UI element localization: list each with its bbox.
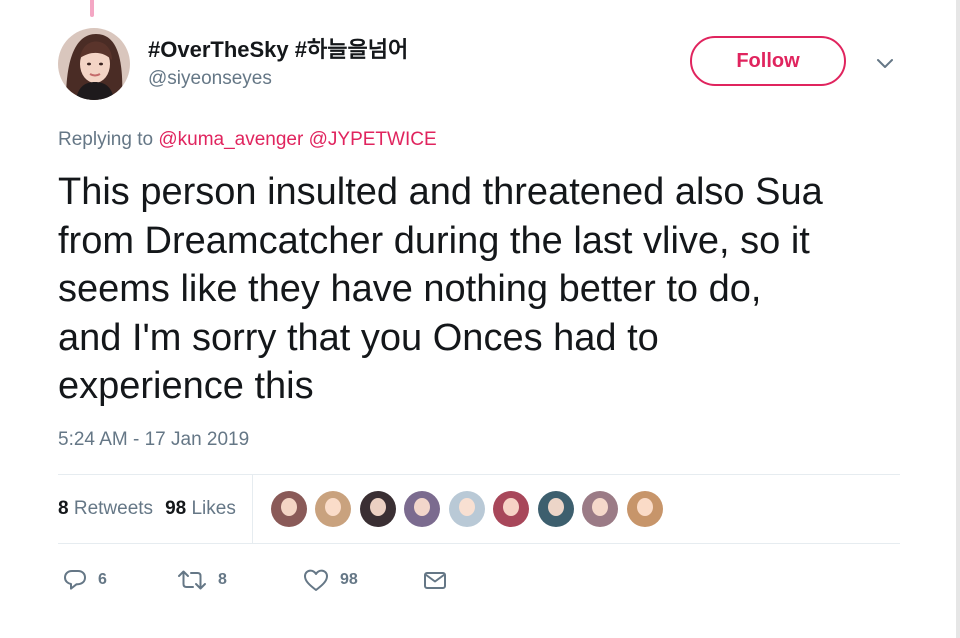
retweet-icon <box>178 570 206 590</box>
tweet-actions: 6 8 98 <box>58 562 900 598</box>
liker-avatar[interactable] <box>359 491 396 527</box>
follow-button[interactable]: Follow <box>690 36 846 86</box>
replying-to-label: Replying to <box>58 129 154 150</box>
author-avatar[interactable] <box>58 28 130 100</box>
reply-action[interactable]: 6 <box>62 562 107 598</box>
avatar-photo-icon <box>58 28 130 100</box>
like-action[interactable]: 98 <box>302 562 358 598</box>
mention-jypetwice[interactable]: @JYPETWICE <box>309 129 437 150</box>
direct-message-action[interactable] <box>422 562 458 598</box>
tweet-text-line: This person insulted and threatened also… <box>58 171 823 213</box>
author-handle[interactable]: @siyeonseyes <box>148 68 272 90</box>
liker-avatar[interactable] <box>404 491 441 527</box>
retweets-label: Retweets <box>73 498 154 519</box>
tweet-text-line: experience this <box>58 365 314 407</box>
retweet-count: 8 <box>218 571 227 588</box>
likes-label: Likes <box>191 498 236 519</box>
liker-avatars <box>270 491 672 527</box>
retweet-action[interactable]: 8 <box>176 562 227 598</box>
liker-avatar[interactable] <box>626 491 663 527</box>
replying-to-line: Replying to @kuma_avenger @JYPETWICE <box>58 129 437 151</box>
mention-kuma-avenger[interactable]: @kuma_avenger <box>158 129 303 150</box>
divider <box>58 543 900 544</box>
window-edge <box>956 0 960 638</box>
liker-avatar[interactable] <box>582 491 619 527</box>
likes-stat[interactable]: 98 Likes <box>165 498 236 520</box>
stats-separator <box>251 475 253 543</box>
liker-avatar[interactable] <box>493 491 530 527</box>
likes-count: 98 <box>165 498 187 519</box>
liker-avatar[interactable] <box>270 491 307 527</box>
top-pink-marker <box>90 0 94 17</box>
tweet-text-line: seems like they have nothing better to d… <box>58 268 762 310</box>
liker-avatar[interactable] <box>448 491 485 527</box>
tweet-text: This person insulted and threatened also… <box>58 168 918 411</box>
liker-avatar[interactable] <box>537 491 574 527</box>
heart-icon <box>304 569 328 591</box>
engagement-stats: 8 Retweets 98 Likes <box>58 475 900 543</box>
reply-icon <box>64 570 86 590</box>
chevron-down-icon[interactable] <box>874 52 896 74</box>
retweets-stat[interactable]: 8 Retweets <box>58 498 153 520</box>
liker-avatar[interactable] <box>315 491 352 527</box>
tweet-timestamp[interactable]: 5:24 AM - 17 Jan 2019 <box>58 429 249 451</box>
like-count: 98 <box>340 571 358 588</box>
tweet-text-line: and I'm sorry that you Onces had to <box>58 316 659 359</box>
reply-count: 6 <box>98 571 107 588</box>
author-display-name[interactable]: #OverTheSky #하늘을넘어 <box>148 32 408 64</box>
tweet-text-line: from Dreamcatcher during the last vlive,… <box>58 219 810 262</box>
retweets-count: 8 <box>58 498 69 519</box>
envelope-icon <box>424 572 446 589</box>
